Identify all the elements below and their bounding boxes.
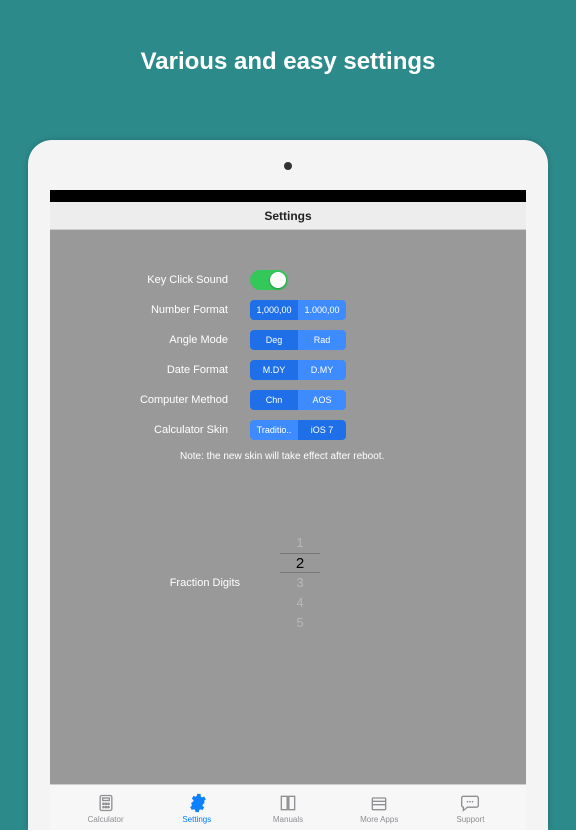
calculator-skin-opt2[interactable]: iOS 7 [298,420,346,440]
number-format-opt2[interactable]: 1.000,00 [298,300,346,320]
fraction-digits-label: Fraction Digits [80,577,280,589]
settings-content: Key Click Sound Number Format 1,000,00 1… [50,230,526,784]
date-format-segment[interactable]: M.DY D.MY [250,360,346,380]
calculator-skin-segment[interactable]: Traditio.. iOS 7 [250,420,346,440]
tab-settings[interactable]: Settings [151,793,242,824]
number-format-label: Number Format [80,304,250,316]
computer-method-row: Computer Method Chn AOS [80,390,496,410]
nav-bar-title: Settings [50,202,526,230]
fraction-digits-picker[interactable]: 1 2 3 4 5 [280,533,320,633]
screen: Settings Key Click Sound Number Format 1… [50,190,526,830]
key-click-label: Key Click Sound [80,274,250,286]
angle-mode-label: Angle Mode [80,334,250,346]
tablet-frame: Settings Key Click Sound Number Format 1… [28,140,548,830]
angle-mode-opt1[interactable]: Deg [250,330,298,350]
tab-calculator[interactable]: Calculator [60,793,151,824]
tab-label: Manuals [273,815,303,824]
apps-icon [369,793,389,813]
date-format-row: Date Format M.DY D.MY [80,360,496,380]
computer-method-segment[interactable]: Chn AOS [250,390,346,410]
gear-icon [187,793,207,813]
computer-method-label: Computer Method [80,394,250,406]
picker-value: 5 [280,613,320,633]
calculator-skin-opt1[interactable]: Traditio.. [250,420,298,440]
date-format-label: Date Format [80,364,250,376]
tab-bar: Calculator Settings Manuals More Apps Su… [50,784,526,830]
computer-method-opt2[interactable]: AOS [298,390,346,410]
angle-mode-opt2[interactable]: Rad [298,330,346,350]
picker-value: 3 [280,573,320,593]
angle-mode-row: Angle Mode Deg Rad [80,330,496,350]
calculator-skin-label: Calculator Skin [80,424,250,436]
tab-manuals[interactable]: Manuals [242,793,333,824]
skin-note: Note: the new skin will take effect afte… [180,450,430,463]
computer-method-opt1[interactable]: Chn [250,390,298,410]
date-format-opt2[interactable]: D.MY [298,360,346,380]
fraction-digits-row: Fraction Digits 1 2 3 4 5 [80,533,496,633]
tab-support[interactable]: Support [425,793,516,824]
number-format-opt1[interactable]: 1,000,00 [250,300,298,320]
number-format-segment[interactable]: 1,000,00 1.000,00 [250,300,346,320]
tab-label: Calculator [88,815,124,824]
tab-label: More Apps [360,815,398,824]
date-format-opt1[interactable]: M.DY [250,360,298,380]
chat-icon [460,793,480,813]
marketing-headline: Various and easy settings [0,0,576,106]
key-click-toggle[interactable] [250,270,288,290]
tab-label: Settings [182,815,211,824]
angle-mode-segment[interactable]: Deg Rad [250,330,346,350]
status-bar [50,190,526,202]
picker-value-selected: 2 [280,553,320,573]
calculator-icon [96,793,116,813]
book-icon [278,793,298,813]
number-format-row: Number Format 1,000,00 1.000,00 [80,300,496,320]
tablet-camera [284,162,292,170]
picker-value: 1 [280,533,320,553]
picker-value: 4 [280,593,320,613]
tab-more-apps[interactable]: More Apps [334,793,425,824]
key-click-row: Key Click Sound [80,270,496,290]
calculator-skin-row: Calculator Skin Traditio.. iOS 7 [80,420,496,440]
tab-label: Support [456,815,484,824]
